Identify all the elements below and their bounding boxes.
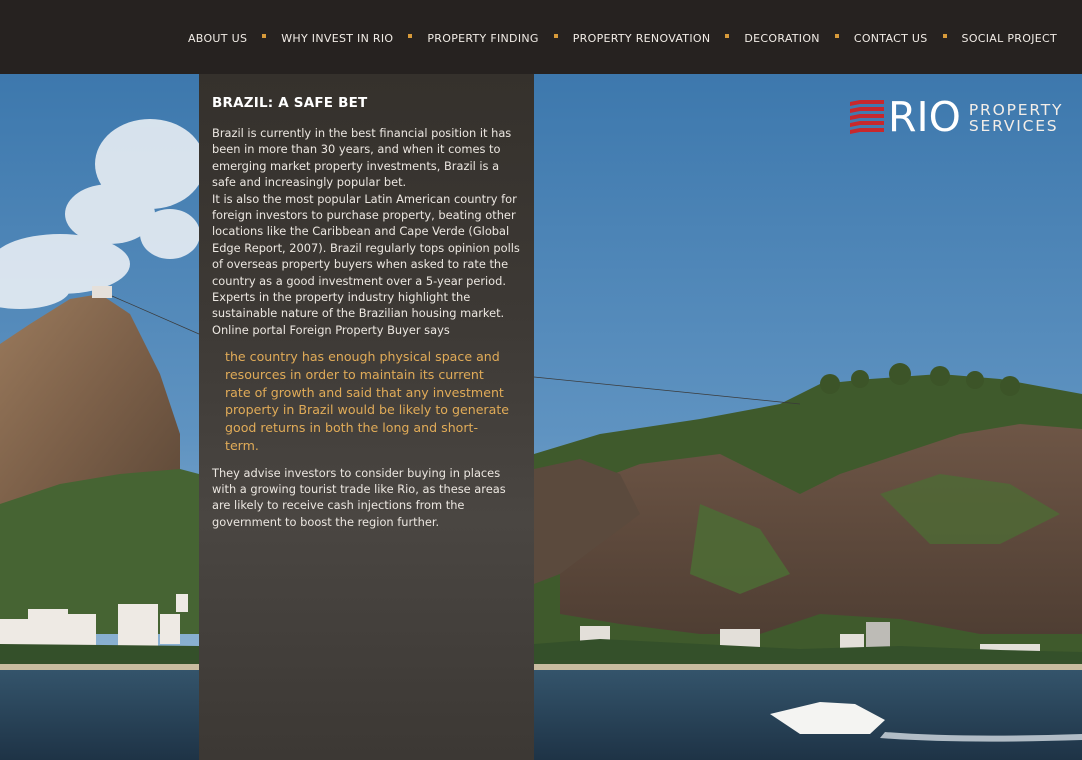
article-panel: BRAZIL: A SAFE BET Brazil is currently i… [199, 74, 534, 760]
nav-contact-us[interactable]: CONTACT US [854, 31, 928, 47]
article-paragraph-2: It is also the most popular Latin Americ… [212, 191, 520, 288]
nav-separator-dot [834, 34, 839, 38]
rio-stripes-logo-icon [850, 100, 884, 134]
nav-separator-dot [262, 34, 267, 38]
main-nav: ABOUT US WHY INVEST IN RIO PROPERTY FIND… [188, 31, 1057, 47]
article-paragraph-3: Experts in the property industry highlig… [212, 290, 505, 337]
article-paragraph-1: Brazil is currently in the best financia… [212, 126, 512, 190]
article-quote: the country has enough physical space an… [225, 349, 510, 453]
nav-decoration[interactable]: DECORATION [744, 31, 819, 47]
nav-property-renovation[interactable]: PROPERTY RENOVATION [573, 31, 711, 47]
background-photo [0, 74, 1082, 760]
article-paragraph-4: They advise investors to consider buying… [212, 465, 506, 529]
nav-social-project[interactable]: SOCIAL PROJECT [962, 31, 1057, 47]
logo-subtitle: PROPERTY SERVICES [969, 102, 1063, 134]
nav-separator-dot [408, 34, 413, 38]
logo-subtitle-line-1: PROPERTY [968, 100, 1064, 119]
nav-separator-dot [942, 34, 947, 38]
article-title: BRAZIL: A SAFE BET [212, 95, 368, 111]
nav-why-invest-in-rio[interactable]: WHY INVEST IN RIO [281, 31, 393, 47]
site-logo[interactable]: RIO PROPERTY SERVICES [850, 93, 1065, 141]
top-navigation-bar: ABOUT US WHY INVEST IN RIO PROPERTY FIND… [0, 0, 1082, 74]
logo-subtitle-line-2: SERVICES [968, 116, 1059, 135]
nav-property-finding[interactable]: PROPERTY FINDING [427, 31, 538, 47]
nav-separator-dot [553, 34, 558, 38]
logo-wordmark: RIO [888, 93, 961, 141]
nav-separator-dot [725, 34, 730, 38]
nav-about-us[interactable]: ABOUT US [188, 31, 247, 47]
